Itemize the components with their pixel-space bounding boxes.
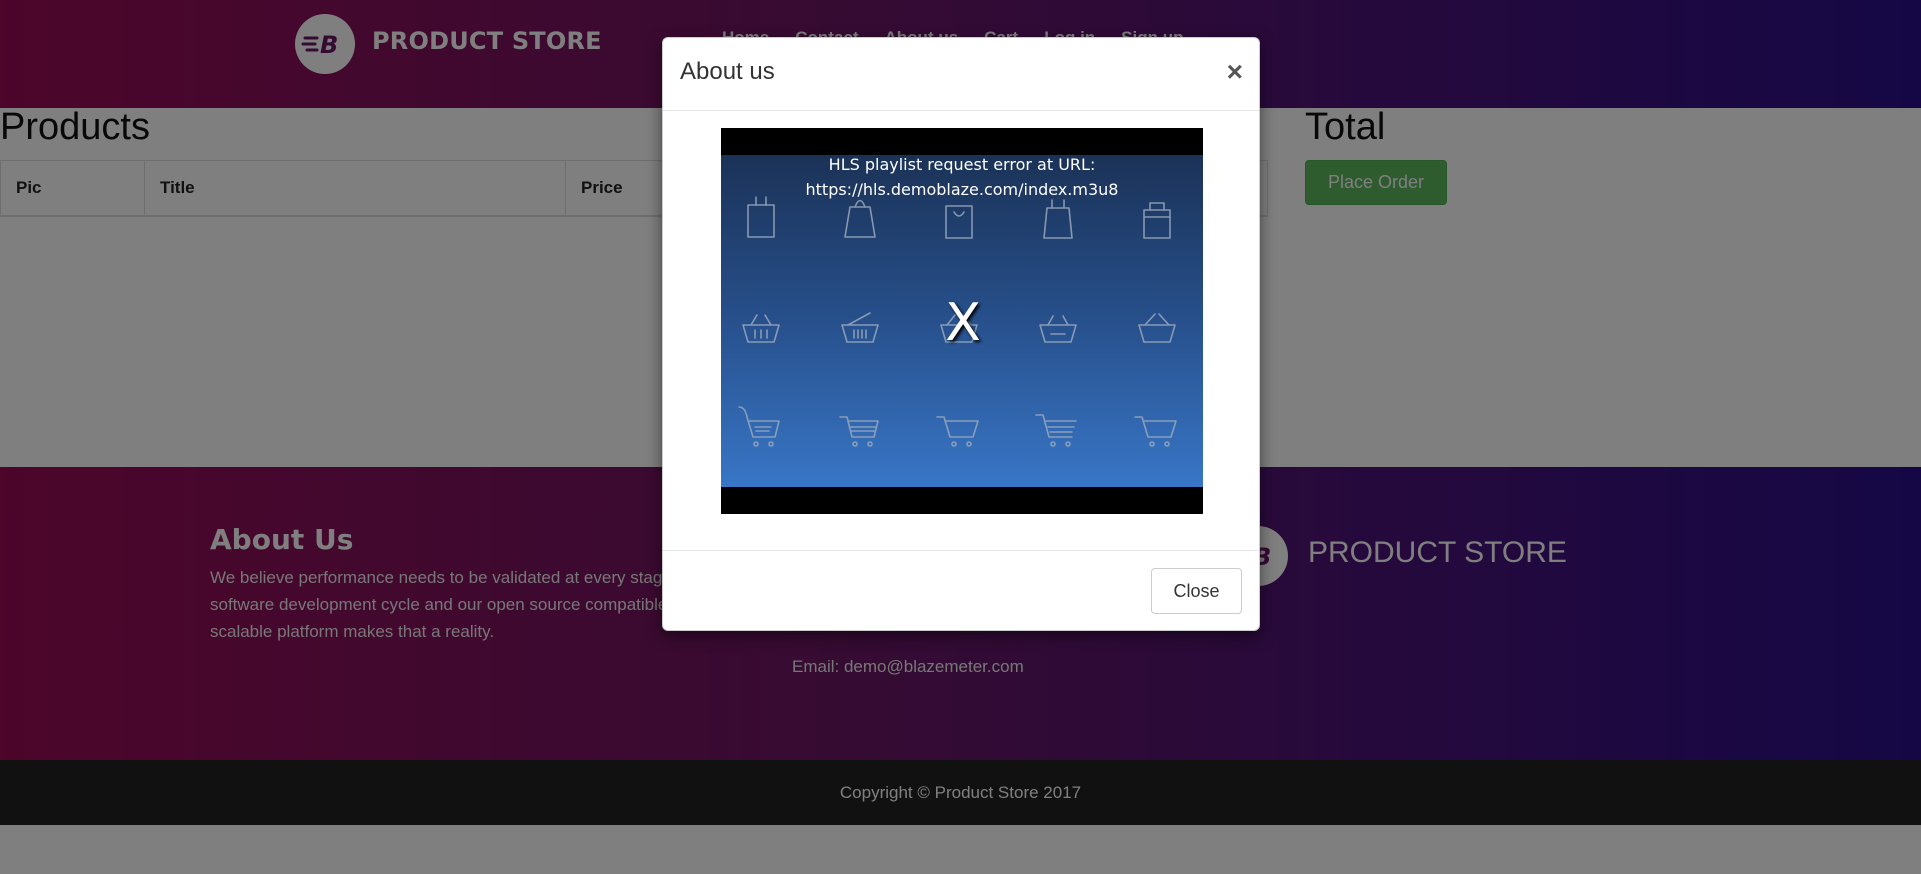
bag-icon [945, 205, 973, 239]
about-us-modal: About us × HLS playlist request error at… [662, 37, 1260, 631]
basket-icon [742, 314, 780, 343]
modal-footer: Close [663, 550, 1259, 632]
bag-icon [747, 196, 775, 238]
video-error-message: HLS playlist request error at URL: https… [721, 152, 1203, 202]
bag-icon [1143, 202, 1171, 239]
bag-icon [844, 199, 876, 238]
close-button[interactable]: Close [1151, 568, 1242, 614]
cart-icon [738, 406, 780, 447]
basket-icon [841, 312, 879, 343]
basket-icon [1039, 315, 1077, 343]
video-player[interactable]: HLS playlist request error at URL: https… [721, 128, 1203, 514]
cart-icon [839, 416, 879, 447]
video-error-url: https://hls.demoblaze.com/index.m3u8 [805, 180, 1119, 199]
video-error-line1: HLS playlist request error at URL: [828, 155, 1096, 174]
modal-title: About us [680, 58, 775, 85]
basket-icon [1138, 313, 1176, 343]
modal-header: About us × [663, 38, 1259, 111]
video-error-x-icon: X [945, 293, 981, 353]
close-icon[interactable]: × [1227, 58, 1243, 86]
bag-icon [1043, 199, 1073, 239]
cart-icon [936, 416, 979, 447]
cart-icon [1134, 416, 1177, 447]
cart-icon [1035, 414, 1077, 447]
